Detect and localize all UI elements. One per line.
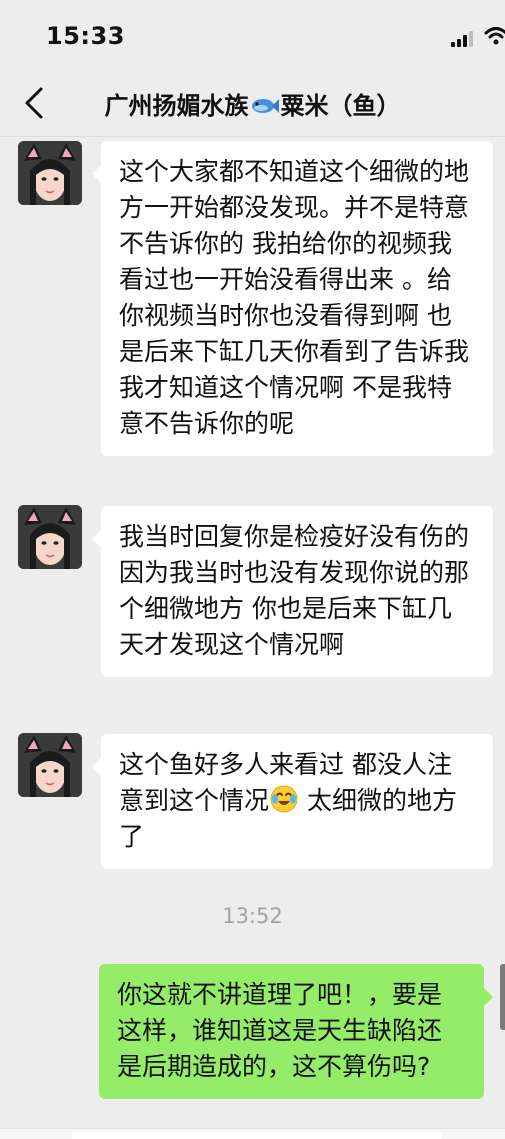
chat-title-prefix: 广州扬媚水族	[104, 92, 249, 120]
status-time: 15:33	[46, 22, 125, 50]
message-text: 我当时回复你是检疫好没有伤的 因为我当时也没有发现你说的那个细微地方 你也是后来…	[119, 522, 470, 659]
user-avatar[interactable]	[500, 964, 505, 1030]
status-bar: 15:33	[0, 0, 505, 70]
avatar-image	[18, 733, 82, 797]
chat-title-suffix: 粟米（鱼）	[280, 92, 401, 120]
message-text: 你这就不讲道理了吧！，要是这样，谁知道这是天生缺陷还是后期造成的，这不算伤吗?	[117, 980, 443, 1081]
time-separator: 13:52	[222, 904, 283, 928]
incoming-message[interactable]: 我当时回复你是检疫好没有伤的 因为我当时也没有发现你说的那个细微地方 你也是后来…	[92, 506, 493, 677]
incoming-message[interactable]: 这个鱼好多人来看过 都没人注意到这个情况 太细微的地方了	[92, 734, 493, 869]
crying-laughing-emoji-icon	[270, 785, 298, 813]
fish-emoji-icon	[251, 99, 279, 113]
wifi-icon	[484, 27, 505, 45]
nav-bar: 广州扬媚水族 粟米（鱼）	[0, 70, 505, 137]
message-text: 这个大家都不知道这个细微的地方一开始都没发现。并不是特意不告诉你的 我拍给你的视…	[119, 157, 470, 438]
contact-avatar[interactable]	[18, 505, 82, 569]
avatar-image	[18, 505, 82, 569]
incoming-message[interactable]: 这个大家都不知道这个细微的地方一开始都没发现。并不是特意不告诉你的 我拍给你的视…	[92, 141, 493, 456]
chat-screen: 15:33 广州扬媚水族 粟米（鱼） 这个大家都不知道这个细微的地方一开始都没发…	[0, 0, 505, 1139]
chat-title: 广州扬媚水族 粟米（鱼）	[0, 86, 505, 121]
message-input[interactable]	[72, 1131, 442, 1139]
avatar-image	[18, 141, 82, 205]
contact-avatar[interactable]	[18, 733, 82, 797]
signal-icon	[451, 31, 477, 47]
contact-avatar[interactable]	[18, 141, 82, 205]
outgoing-message[interactable]: 你这就不讲道理了吧！，要是这样，谁知道这是天生缺陷还是后期造成的，这不算伤吗?	[99, 964, 493, 1099]
